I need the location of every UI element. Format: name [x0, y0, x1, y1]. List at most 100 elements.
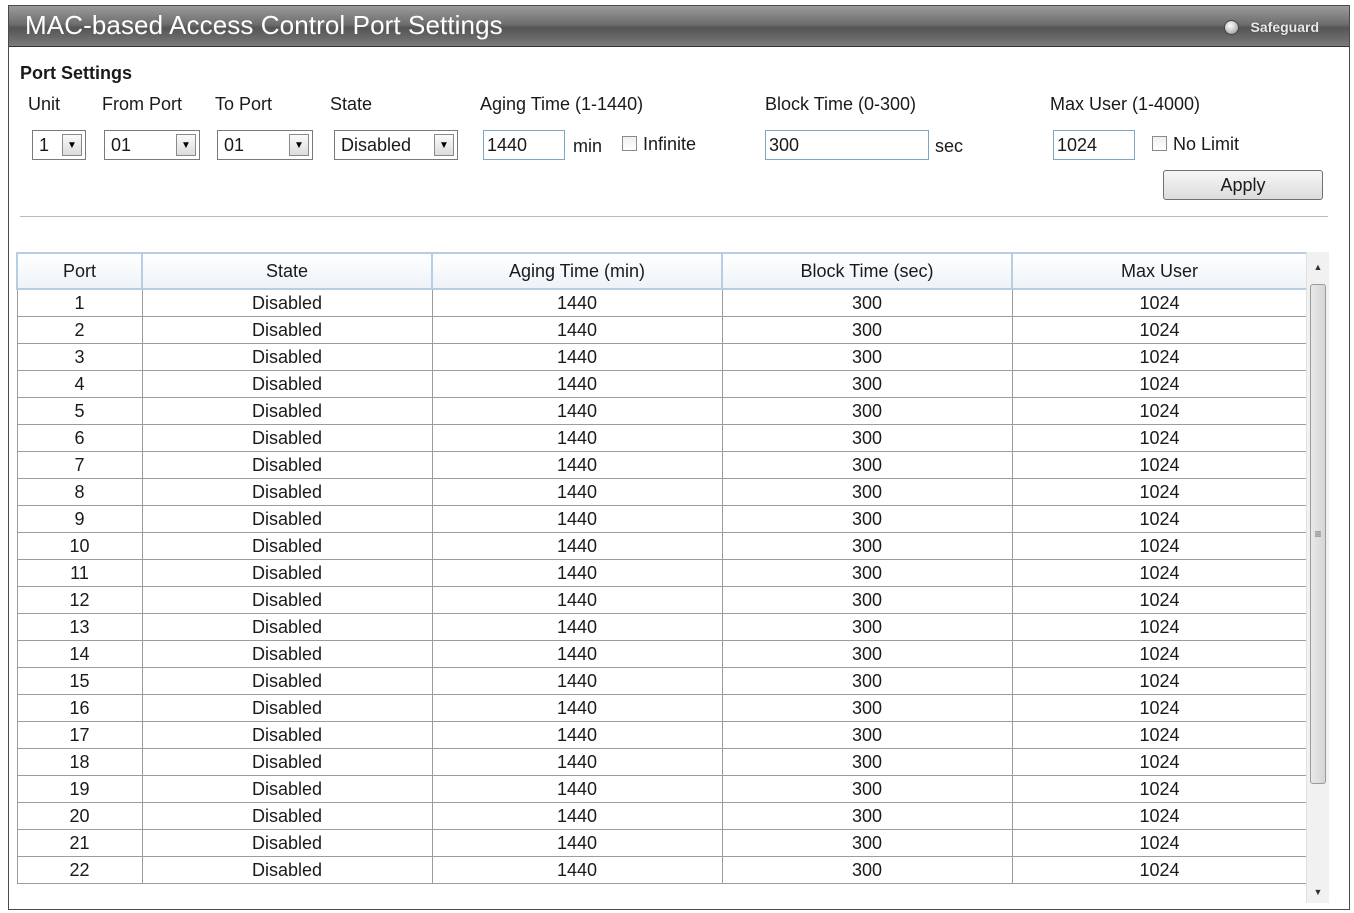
cell-block-time: 300	[721, 829, 1013, 857]
to-port-select[interactable]: 01 ▼	[217, 130, 313, 160]
cell-block-time: 300	[721, 424, 1013, 452]
cell-max-user: 1024	[1011, 721, 1306, 749]
safeguard-label: Safeguard	[1250, 19, 1319, 35]
cell-port: 19	[16, 775, 143, 803]
page-title: MAC-based Access Control Port Settings	[25, 10, 503, 40]
cell-max-user: 1024	[1011, 559, 1306, 587]
cell-max-user: 1024	[1011, 397, 1306, 425]
infinite-checkbox[interactable]: Infinite	[622, 134, 696, 155]
cell-port: 10	[16, 532, 143, 560]
table-row: 21 Disabled 1440 300 1024	[16, 829, 1306, 857]
state-select[interactable]: Disabled ▼	[334, 130, 458, 160]
cell-aging-time: 1440	[431, 829, 723, 857]
cell-max-user: 1024	[1011, 640, 1306, 668]
cell-max-user: 1024	[1011, 451, 1306, 479]
cell-port: 5	[16, 397, 143, 425]
cell-block-time: 300	[721, 856, 1013, 884]
table-row: 3 Disabled 1440 300 1024	[16, 343, 1306, 371]
cell-block-time: 300	[721, 613, 1013, 641]
cell-port: 13	[16, 613, 143, 641]
scrollbar-thumb[interactable]: ≡	[1310, 284, 1326, 784]
cell-aging-time: 1440	[431, 316, 723, 344]
cell-max-user: 1024	[1011, 288, 1306, 317]
cell-state: Disabled	[141, 288, 433, 317]
cell-state: Disabled	[141, 802, 433, 830]
cell-block-time: 300	[721, 397, 1013, 425]
cell-block-time: 300	[721, 478, 1013, 506]
unit-select[interactable]: 1 ▼	[32, 130, 86, 160]
table-scrollbar[interactable]: ▲ ≡ ▼	[1306, 252, 1329, 903]
table-row: 20 Disabled 1440 300 1024	[16, 802, 1306, 830]
cell-block-time: 300	[721, 451, 1013, 479]
chevron-down-icon: ▼	[62, 134, 82, 156]
block-time-input[interactable]: 300	[765, 130, 929, 160]
cell-block-time: 300	[721, 559, 1013, 587]
cell-port: 22	[16, 856, 143, 884]
cell-block-time: 300	[721, 316, 1013, 344]
column-header-aging-time: Aging Time (min)	[431, 252, 723, 290]
cell-block-time: 300	[721, 343, 1013, 371]
max-user-label: Max User (1-4000)	[1050, 94, 1201, 114]
cell-port: 3	[16, 343, 143, 371]
unit-label: Unit	[28, 94, 61, 114]
aging-unit-label: min	[573, 136, 603, 156]
cell-aging-time: 1440	[431, 424, 723, 452]
cell-state: Disabled	[141, 640, 433, 668]
max-user-input[interactable]: 1024	[1053, 130, 1135, 160]
safeguard-indicator[interactable]: Safeguard	[1220, 16, 1329, 38]
cell-state: Disabled	[141, 451, 433, 479]
table-header-row: Port State Aging Time (min) Block Time (…	[16, 252, 1306, 290]
apply-button[interactable]: Apply	[1163, 170, 1323, 200]
cell-state: Disabled	[141, 586, 433, 614]
cell-state: Disabled	[141, 505, 433, 533]
table-row: 15 Disabled 1440 300 1024	[16, 667, 1306, 695]
cell-state: Disabled	[141, 316, 433, 344]
cell-port: 20	[16, 802, 143, 830]
aging-time-label: Aging Time (1-1440)	[480, 94, 644, 114]
table-row: 11 Disabled 1440 300 1024	[16, 559, 1306, 587]
to-port-select-value: 01	[224, 134, 245, 155]
cell-max-user: 1024	[1011, 478, 1306, 506]
arrow-down-icon[interactable]: ▼	[1307, 881, 1329, 903]
cell-state: Disabled	[141, 478, 433, 506]
cell-port: 1	[16, 288, 143, 317]
table-row: 14 Disabled 1440 300 1024	[16, 640, 1306, 668]
cell-max-user: 1024	[1011, 667, 1306, 695]
table-row: 22 Disabled 1440 300 1024	[16, 856, 1306, 884]
table-row: 16 Disabled 1440 300 1024	[16, 694, 1306, 722]
table-row: 2 Disabled 1440 300 1024	[16, 316, 1306, 344]
column-header-max-user: Max User	[1011, 252, 1306, 290]
port-settings-title: Port Settings	[20, 63, 133, 83]
checkbox-box-icon	[1152, 136, 1167, 151]
cell-max-user: 1024	[1011, 802, 1306, 830]
cell-block-time: 300	[721, 721, 1013, 749]
table-row: 7 Disabled 1440 300 1024	[16, 451, 1306, 479]
table-row: 8 Disabled 1440 300 1024	[16, 478, 1306, 506]
cell-aging-time: 1440	[431, 640, 723, 668]
cell-max-user: 1024	[1011, 775, 1306, 803]
table-row: 5 Disabled 1440 300 1024	[16, 397, 1306, 425]
table-row: 19 Disabled 1440 300 1024	[16, 775, 1306, 803]
cell-max-user: 1024	[1011, 370, 1306, 398]
table-row: 9 Disabled 1440 300 1024	[16, 505, 1306, 533]
cell-block-time: 300	[721, 802, 1013, 830]
port-table-container: Port State Aging Time (min) Block Time (…	[16, 252, 1306, 904]
cell-aging-time: 1440	[431, 694, 723, 722]
cell-block-time: 300	[721, 775, 1013, 803]
cell-state: Disabled	[141, 721, 433, 749]
arrow-up-icon[interactable]: ▲	[1307, 256, 1329, 278]
aging-time-input[interactable]: 1440	[483, 130, 565, 160]
cell-block-time: 300	[721, 505, 1013, 533]
table-row: 13 Disabled 1440 300 1024	[16, 613, 1306, 641]
cell-state: Disabled	[141, 775, 433, 803]
cell-state: Disabled	[141, 856, 433, 884]
cell-port: 8	[16, 478, 143, 506]
from-port-select[interactable]: 01 ▼	[104, 130, 200, 160]
no-limit-checkbox[interactable]: No Limit	[1152, 134, 1239, 155]
cell-max-user: 1024	[1011, 586, 1306, 614]
cell-port: 12	[16, 586, 143, 614]
infinite-label: Infinite	[643, 134, 697, 154]
cell-max-user: 1024	[1011, 856, 1306, 884]
table-row: 10 Disabled 1440 300 1024	[16, 532, 1306, 560]
cell-max-user: 1024	[1011, 613, 1306, 641]
